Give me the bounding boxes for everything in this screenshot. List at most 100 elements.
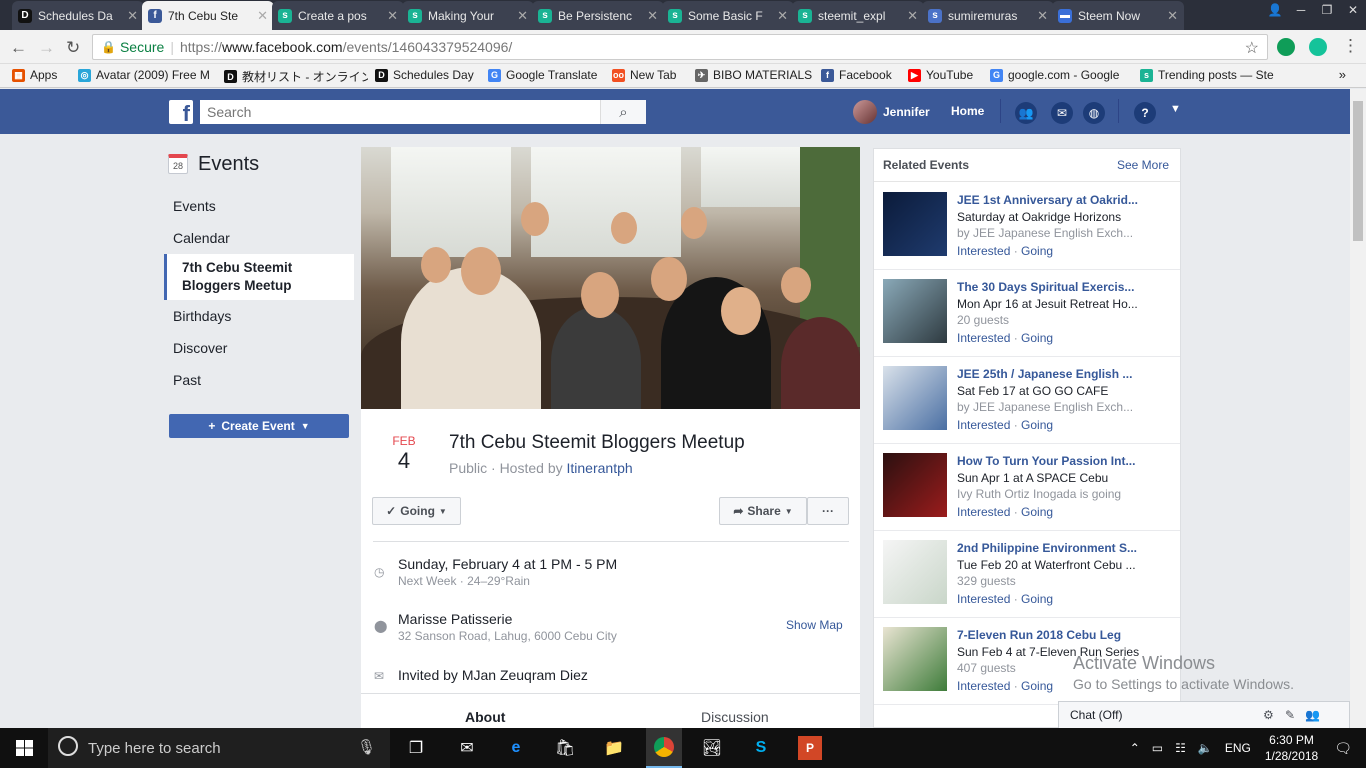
nav-events[interactable]: Events bbox=[164, 190, 354, 222]
messenger-icon[interactable]: ✉ bbox=[1051, 102, 1073, 124]
related-event-name[interactable]: The 30 Days Spiritual Exercis... bbox=[957, 280, 1147, 294]
facebook-logo-icon[interactable]: f bbox=[169, 100, 193, 125]
browser-tab[interactable]: s steemit_expl ✕ bbox=[792, 1, 924, 30]
host-link[interactable]: Itinerantph bbox=[567, 460, 633, 476]
close-tab-icon[interactable]: ✕ bbox=[777, 8, 788, 24]
clock[interactable]: 6:30 PM 1/28/2018 bbox=[1265, 732, 1318, 764]
home-link[interactable]: Home bbox=[951, 104, 984, 118]
fb-search-input[interactable] bbox=[200, 100, 600, 124]
new-message-icon[interactable]: ✎ bbox=[1285, 708, 1295, 722]
bookmark-item[interactable]: f Facebook bbox=[821, 68, 892, 82]
see-more-link[interactable]: See More bbox=[1117, 158, 1169, 172]
interested-link[interactable]: Interested bbox=[957, 592, 1010, 606]
related-event-name[interactable]: How To Turn Your Passion Int... bbox=[957, 454, 1147, 468]
related-event-thumbnail[interactable] bbox=[883, 279, 947, 343]
bookmark-item[interactable]: Ggoogle.com - Google bbox=[990, 68, 1119, 82]
close-tab-icon[interactable]: ✕ bbox=[257, 8, 268, 24]
tab-discussion[interactable]: Discussion bbox=[701, 709, 769, 725]
show-map-link[interactable]: Show Map bbox=[786, 618, 843, 632]
photos-icon[interactable]: 🏞 bbox=[700, 736, 724, 760]
related-event-name[interactable]: JEE 25th / Japanese English ... bbox=[957, 367, 1147, 381]
battery-icon[interactable]: ▭ bbox=[1152, 741, 1163, 755]
help-icon[interactable]: ? bbox=[1134, 102, 1156, 124]
share-button[interactable]: ➦ Share ▼ bbox=[719, 497, 807, 525]
account-dropdown-icon[interactable]: ▼ bbox=[1170, 103, 1181, 115]
grammarly-icon[interactable] bbox=[1309, 38, 1327, 56]
bookmark-star-icon[interactable]: ☆ bbox=[1245, 38, 1259, 58]
interested-link[interactable]: Interested bbox=[957, 244, 1010, 258]
maximize-icon[interactable]: ❐ bbox=[1314, 0, 1340, 20]
related-event-thumbnail[interactable] bbox=[883, 453, 947, 517]
close-tab-icon[interactable]: ✕ bbox=[517, 8, 528, 24]
bookmark-item[interactable]: oo New Tab bbox=[612, 68, 676, 82]
group-chat-icon[interactable]: 👥 bbox=[1305, 708, 1320, 722]
interested-link[interactable]: Interested bbox=[957, 331, 1010, 345]
language-indicator[interactable]: ENG bbox=[1225, 741, 1251, 755]
browser-tab[interactable]: s Create a pos ✕ bbox=[272, 1, 404, 30]
bookmark-item[interactable]: s Trending posts — Ste bbox=[1140, 68, 1274, 82]
browser-tab[interactable]: s Making Your ✕ bbox=[402, 1, 534, 30]
mail-icon[interactable]: ✉ bbox=[455, 736, 479, 760]
going-link[interactable]: Going bbox=[1021, 418, 1053, 432]
going-link[interactable]: Going bbox=[1021, 505, 1053, 519]
related-event-name[interactable]: 2nd Philippine Environment S... bbox=[957, 541, 1147, 555]
interested-link[interactable]: Interested bbox=[957, 418, 1010, 432]
powerpoint-icon[interactable]: P bbox=[798, 736, 822, 760]
search-icon[interactable]: ⌕ bbox=[600, 100, 646, 124]
close-tab-icon[interactable]: ✕ bbox=[387, 8, 398, 24]
nav-birthdays[interactable]: Birthdays bbox=[164, 300, 354, 332]
action-center-icon[interactable]: 🗨 bbox=[1334, 740, 1352, 757]
nav-past[interactable]: Past bbox=[164, 364, 354, 396]
browser-tab[interactable]: s Some Basic F ✕ bbox=[662, 1, 794, 30]
extension-icon[interactable] bbox=[1277, 38, 1295, 56]
microphone-icon[interactable]: 🎙 bbox=[357, 738, 376, 756]
going-button[interactable]: ✓ Going ▼ bbox=[372, 497, 461, 525]
user-icon[interactable]: 👤 bbox=[1262, 0, 1288, 20]
related-event-name[interactable]: 7-Eleven Run 2018 Cebu Leg bbox=[957, 628, 1147, 642]
show-hidden-icons-icon[interactable]: ⌃ bbox=[1130, 741, 1140, 755]
settings-gear-icon[interactable]: ⚙ bbox=[1263, 708, 1274, 722]
going-link[interactable]: Going bbox=[1021, 331, 1053, 345]
event-cover-photo[interactable] bbox=[361, 147, 860, 409]
bookmark-item[interactable]: G Google Translate bbox=[488, 68, 597, 82]
friend-requests-icon[interactable]: 👥 bbox=[1015, 102, 1037, 124]
profile-link[interactable]: Jennifer bbox=[853, 100, 930, 124]
close-tab-icon[interactable]: ✕ bbox=[127, 8, 138, 24]
file-explorer-icon[interactable]: 📁 bbox=[602, 736, 626, 760]
windows-start-icon[interactable] bbox=[16, 740, 33, 756]
bookmark-item[interactable]: ✈ BIBO MATERIALS bbox=[695, 68, 812, 82]
related-event-thumbnail[interactable] bbox=[883, 540, 947, 604]
create-event-button[interactable]: + Create Event ▼ bbox=[169, 414, 349, 438]
edge-icon[interactable]: e bbox=[504, 736, 528, 760]
bookmark-item[interactable]: ▦ Apps bbox=[12, 68, 57, 82]
going-link[interactable]: Going bbox=[1021, 244, 1053, 258]
browser-tab[interactable]: D Schedules Da ✕ bbox=[12, 1, 144, 30]
close-window-icon[interactable]: ✕ bbox=[1340, 0, 1366, 20]
menu-icon[interactable]: ⋮ bbox=[1342, 36, 1359, 56]
more-options-button[interactable]: ··· bbox=[807, 497, 849, 525]
close-tab-icon[interactable]: ✕ bbox=[1167, 8, 1178, 24]
store-icon[interactable]: 🛍 bbox=[553, 736, 577, 760]
url-input[interactable]: 🔒 Secure | https:// www.facebook.com /ev… bbox=[92, 34, 1268, 60]
nav-current-event[interactable]: 7th Cebu Steemit Bloggers Meetup bbox=[164, 254, 354, 300]
related-event-thumbnail[interactable] bbox=[883, 366, 947, 430]
nav-discover[interactable]: Discover bbox=[164, 332, 354, 364]
back-icon[interactable]: ← bbox=[10, 38, 27, 58]
venue-name[interactable]: Marisse Patisserie bbox=[398, 611, 617, 627]
related-event-thumbnail[interactable] bbox=[883, 192, 947, 256]
chat-bar[interactable]: Chat (Off) ⚙ ✎ 👥 bbox=[1058, 701, 1350, 729]
more-bookmarks-icon[interactable]: » bbox=[1339, 67, 1346, 82]
minimize-icon[interactable]: ─ bbox=[1288, 0, 1314, 20]
task-view-icon[interactable]: ❐ bbox=[404, 736, 428, 760]
going-link[interactable]: Going bbox=[1021, 679, 1053, 693]
bookmark-item[interactable]: ▶ YouTube bbox=[908, 68, 973, 82]
interested-link[interactable]: Interested bbox=[957, 679, 1010, 693]
nav-calendar[interactable]: Calendar bbox=[164, 222, 354, 254]
network-icon[interactable]: ☷ bbox=[1175, 741, 1186, 755]
forward-icon[interactable]: → bbox=[38, 38, 55, 58]
taskbar-search-input[interactable]: Type here to search 🎙 bbox=[48, 728, 390, 768]
notifications-globe-icon[interactable]: ◍ bbox=[1083, 102, 1105, 124]
page-scrollbar[interactable] bbox=[1350, 89, 1366, 729]
related-event-thumbnail[interactable] bbox=[883, 627, 947, 691]
going-link[interactable]: Going bbox=[1021, 592, 1053, 606]
